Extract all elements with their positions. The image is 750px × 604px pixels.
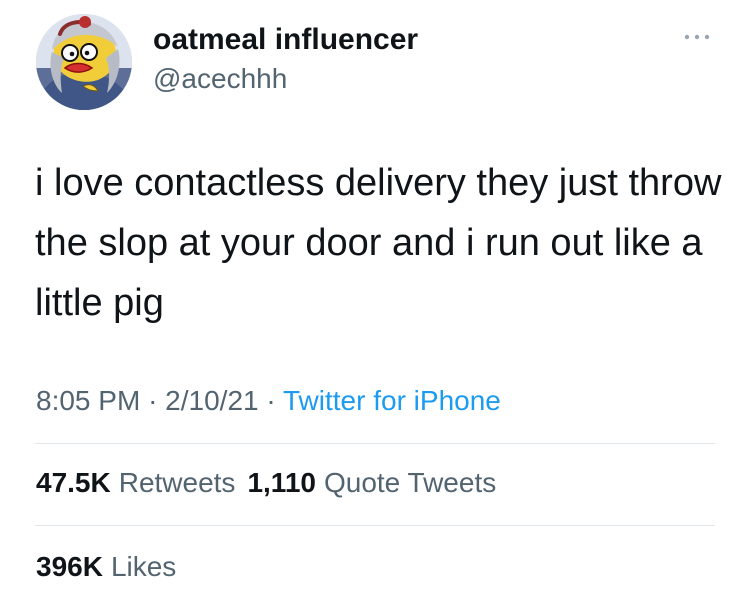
tweet-metadata: 8:05 PM · 2/10/21 · Twitter for iPhone	[36, 384, 501, 418]
divider	[35, 443, 715, 444]
avatar[interactable]	[36, 14, 132, 110]
meta-separator: ·	[266, 385, 276, 416]
quote-tweet-label[interactable]: Quote Tweets	[324, 467, 496, 498]
user-handle[interactable]: @acechhh	[153, 63, 287, 95]
divider	[35, 525, 715, 526]
display-name[interactable]: oatmeal influencer	[153, 23, 418, 57]
more-options-icon	[684, 34, 710, 40]
like-label[interactable]: Likes	[111, 551, 176, 582]
cartoon-avatar-icon	[36, 14, 132, 110]
like-count[interactable]: 396K	[36, 551, 103, 582]
tweet-text: i love contactless delivery they just th…	[35, 162, 722, 324]
more-options-button[interactable]	[679, 28, 715, 46]
tweet-date[interactable]: 2/10/21	[165, 385, 258, 416]
retweet-label[interactable]: Retweets	[119, 467, 236, 498]
retweet-count[interactable]: 47.5K	[36, 467, 111, 498]
tweet-time[interactable]: 8:05 PM	[36, 385, 140, 416]
tweet-stats-secondary: 396K Likes	[36, 550, 188, 584]
meta-separator: ·	[148, 385, 158, 416]
quote-tweet-count[interactable]: 1,110	[247, 467, 316, 498]
tweet-card: oatmeal influencer @acechhh i love conta…	[0, 0, 750, 604]
tweet-stats-primary: 47.5K Retweets 1,110 Quote Tweets	[36, 466, 508, 500]
tweet-source-link[interactable]: Twitter for iPhone	[283, 385, 501, 416]
